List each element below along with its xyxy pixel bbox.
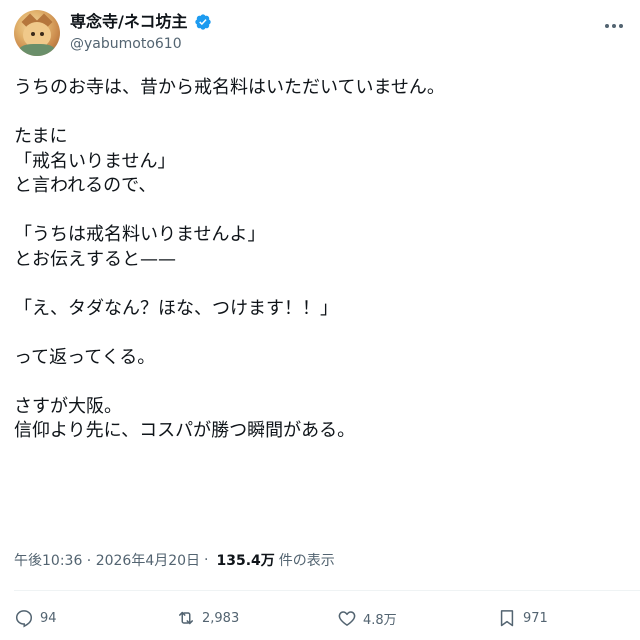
verified-badge-icon [194, 14, 211, 30]
author-display-name[interactable]: 専念寺/ネコ坊主 [70, 12, 188, 32]
bookmark-button[interactable]: 971 [497, 608, 548, 628]
like-count: 4.8万 [363, 612, 397, 628]
views-count: 135.4万 [216, 553, 275, 569]
retweet-icon [179, 611, 193, 625]
bookmark-count: 971 [523, 610, 548, 626]
post-text: うちのお寺は、昔から戒名料はいただいていません。 たまに 「戒名いりません」 と… [14, 77, 445, 441]
author-names: 専念寺/ネコ坊主 @yabumoto610 [70, 12, 212, 55]
heart-icon [338, 611, 356, 626]
post-header: 専念寺/ネコ坊主 @yabumoto610 [14, 10, 626, 62]
bookmark-icon [500, 610, 514, 627]
author-avatar[interactable] [14, 10, 60, 56]
retweet-button[interactable]: 2,983 [176, 608, 239, 628]
retweet-count: 2,983 [202, 610, 240, 626]
reply-button[interactable]: 94 [14, 608, 57, 628]
more-dot-icon [612, 24, 616, 28]
more-dot-icon [605, 24, 609, 28]
more-dot-icon [619, 24, 623, 28]
more-options-button[interactable] [602, 16, 626, 36]
meta-separator: · [204, 552, 209, 568]
reply-icon [15, 610, 33, 628]
post-timestamp[interactable]: 午後10:36 · 2026年4月20日 [14, 550, 200, 570]
views-label: 件の表示 [278, 553, 335, 569]
divider [14, 590, 640, 591]
action-bar: 94 2,983 4.8万 971 [14, 608, 626, 634]
reply-count: 94 [40, 610, 57, 626]
like-button[interactable]: 4.8万 [337, 608, 397, 628]
post-meta: 午後10:36 · 2026年4月20日 · 135.4万 件の表示 [14, 550, 335, 570]
author-handle[interactable]: @yabumoto610 [70, 33, 212, 55]
